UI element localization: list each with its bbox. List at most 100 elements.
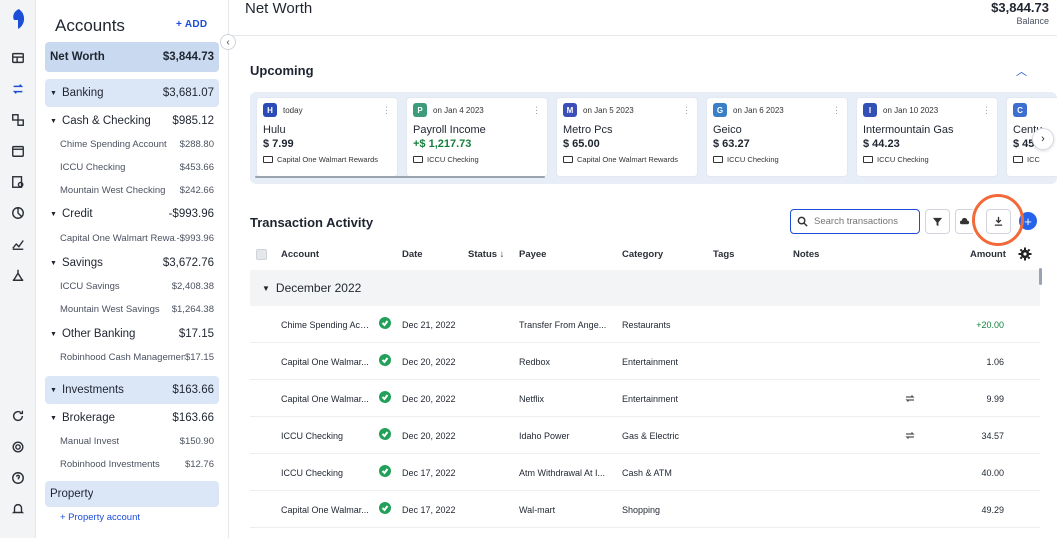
add-transaction-button[interactable]: + xyxy=(1019,212,1037,230)
more-icon[interactable]: ⋮ xyxy=(532,105,541,116)
net-worth-row[interactable]: Net Worth $3,844.73 xyxy=(45,42,219,72)
col-tags[interactable]: Tags xyxy=(713,249,734,260)
search-field[interactable] xyxy=(790,209,920,234)
help-icon[interactable] xyxy=(10,470,26,486)
table-row[interactable]: ICCU Checking Dec 17, 2022 Atm Withdrawa… xyxy=(250,454,1040,491)
card-name: Geico xyxy=(713,124,742,136)
table-row[interactable]: Capital One Walmar... Dec 20, 2022 Redbo… xyxy=(250,343,1040,380)
transaction-activity-title: Transaction Activity xyxy=(250,215,374,230)
account-item-robinhood-cash[interactable]: Robinhood Cash Management $17.15 xyxy=(45,348,219,366)
add-property-account-link[interactable]: + Property account xyxy=(60,512,140,523)
transactions-icon[interactable] xyxy=(10,81,26,97)
more-icon[interactable]: ⋮ xyxy=(382,105,391,116)
more-icon[interactable]: ⋮ xyxy=(682,105,691,116)
gear-icon[interactable] xyxy=(1018,247,1032,261)
account-group-other-banking[interactable]: ▼ Other Banking $17.15 xyxy=(45,324,219,344)
tax-icon[interactable] xyxy=(10,267,26,283)
row-amount: 34.57 xyxy=(981,431,1004,441)
cloud-button[interactable] xyxy=(955,209,973,234)
recurring-icon xyxy=(904,429,916,441)
row-account: ICCU Checking xyxy=(281,468,344,478)
table-row[interactable]: Capital One Walmar... Dec 20, 2022 Netfl… xyxy=(250,380,1040,417)
upcoming-card[interactable]: Mon Jan 5 2023 ⋮ Metro Pcs $ 65.00 Capita… xyxy=(556,97,698,177)
account-item-robinhood-investments[interactable]: Robinhood Investments $12.76 xyxy=(45,455,219,473)
row-category: Restaurants xyxy=(622,320,671,330)
account-label: Mountain West Savings xyxy=(60,303,160,315)
account-label: Property xyxy=(50,488,94,500)
card-account: Capital One Walmart Rewards xyxy=(577,155,679,164)
chevron-right-icon[interactable]: › xyxy=(1032,128,1054,150)
card-date: on Jan 6 2023 xyxy=(733,105,784,115)
payee-badge: C xyxy=(1013,103,1027,117)
card-amount: +$ 1,217.73 xyxy=(413,138,472,150)
search-input[interactable] xyxy=(814,216,914,227)
account-item-iccu-savings[interactable]: ICCU Savings $2,408.38 xyxy=(45,277,219,295)
upcoming-card[interactable]: Pon Jan 4 2023 ⋮ Payroll Income +$ 1,217.… xyxy=(406,97,548,177)
account-group-property[interactable]: Property xyxy=(45,481,219,507)
col-date[interactable]: Date xyxy=(402,249,423,260)
collapse-panel-button[interactable]: ‹ xyxy=(220,34,236,50)
header-divider xyxy=(230,35,1057,36)
budget-icon[interactable] xyxy=(10,205,26,221)
account-group-brokerage[interactable]: ▼ Brokerage $163.66 xyxy=(45,408,219,428)
col-payee[interactable]: Payee xyxy=(519,249,546,260)
search-icon xyxy=(797,216,808,227)
app-logo[interactable] xyxy=(8,8,28,30)
dashboard-icon[interactable] xyxy=(10,50,26,66)
row-payee: Idaho Power xyxy=(519,431,570,441)
account-value: $1,264.38 xyxy=(171,303,214,315)
row-payee: Wal-mart xyxy=(519,505,556,515)
account-group-investments[interactable]: ▼ Investments $163.66 xyxy=(45,376,219,404)
add-account-button[interactable]: + ADD xyxy=(176,19,207,30)
month-group-header[interactable]: ▼ December 2022 xyxy=(250,270,1040,306)
account-value: $3,681.07 xyxy=(162,87,214,99)
row-category: Gas & Electric xyxy=(622,431,680,441)
account-value: $242.66 xyxy=(179,184,214,196)
table-scrollbar[interactable] xyxy=(1039,268,1042,285)
download-button[interactable] xyxy=(986,209,1011,234)
upcoming-card[interactable]: Gon Jan 6 2023 ⋮ Geico $ 63.27 ICCU Check… xyxy=(706,97,848,177)
row-category: Entertainment xyxy=(622,394,679,404)
refresh-icon[interactable] xyxy=(10,408,26,424)
account-label: Savings xyxy=(61,257,103,269)
account-label: Capital One Walmart Rewa... xyxy=(60,232,177,244)
check-circle-icon xyxy=(379,465,391,477)
investments-icon[interactable] xyxy=(10,236,26,252)
upcoming-card[interactable]: Ion Jan 10 2023 ⋮ Intermountain Gas $ 44.… xyxy=(856,97,998,177)
col-category[interactable]: Category xyxy=(622,249,663,260)
upcoming-card[interactable]: Htoday ⋮ Hulu $ 7.99 Capital One Walmart … xyxy=(256,97,398,177)
reports-icon[interactable] xyxy=(10,174,26,190)
calendar-icon[interactable] xyxy=(10,143,26,159)
chevron-up-icon[interactable]: ︿ xyxy=(1016,63,1027,79)
account-group-cash-checking[interactable]: ▼ Cash & Checking $985.12 xyxy=(45,111,219,131)
account-group-credit[interactable]: ▼ Credit -$993.96 xyxy=(45,204,219,224)
table-row[interactable]: Chime Spending Acc... Dec 21, 2022 Trans… xyxy=(250,306,1040,343)
col-notes[interactable]: Notes xyxy=(793,249,819,260)
col-account[interactable]: Account xyxy=(281,249,319,260)
account-group-banking[interactable]: ▼ Banking $3,681.07 xyxy=(45,79,219,107)
account-item-chime[interactable]: Chime Spending Account $288.80 xyxy=(45,135,219,153)
accounts-icon[interactable] xyxy=(10,112,26,128)
more-icon[interactable]: ⋮ xyxy=(832,105,841,116)
caret-down-icon: ▼ xyxy=(50,259,57,267)
select-all-checkbox[interactable] xyxy=(256,249,267,260)
row-category: Cash & ATM xyxy=(622,468,672,478)
row-account: Capital One Walmar... xyxy=(281,505,369,515)
more-icon[interactable]: ⋮ xyxy=(982,105,991,116)
table-row[interactable]: ICCU Checking Dec 20, 2022 Idaho Power G… xyxy=(250,417,1040,454)
col-amount[interactable]: Amount xyxy=(970,249,1006,260)
notifications-icon[interactable] xyxy=(10,501,26,517)
account-item-manual-invest[interactable]: Manual Invest $150.90 xyxy=(45,432,219,450)
settings-icon[interactable] xyxy=(10,439,26,455)
account-item-mountain-west-savings[interactable]: Mountain West Savings $1,264.38 xyxy=(45,300,219,318)
account-item-mountain-west-checking[interactable]: Mountain West Checking $242.66 xyxy=(45,181,219,199)
col-status[interactable]: Status ↓ xyxy=(468,249,504,260)
table-row[interactable]: Capital One Walmar... Dec 17, 2022 Wal-m… xyxy=(250,491,1040,528)
card-name: Metro Pcs xyxy=(563,124,613,136)
account-item-capital-one[interactable]: Capital One Walmart Rewa... -$993.96 xyxy=(45,229,219,247)
account-group-savings[interactable]: ▼ Savings $3,672.76 xyxy=(45,253,219,273)
filter-button[interactable] xyxy=(925,209,950,234)
upcoming-scrollbar[interactable] xyxy=(255,176,545,178)
account-value: $2,408.38 xyxy=(171,280,214,292)
account-item-iccu-checking[interactable]: ICCU Checking $453.66 xyxy=(45,158,219,176)
